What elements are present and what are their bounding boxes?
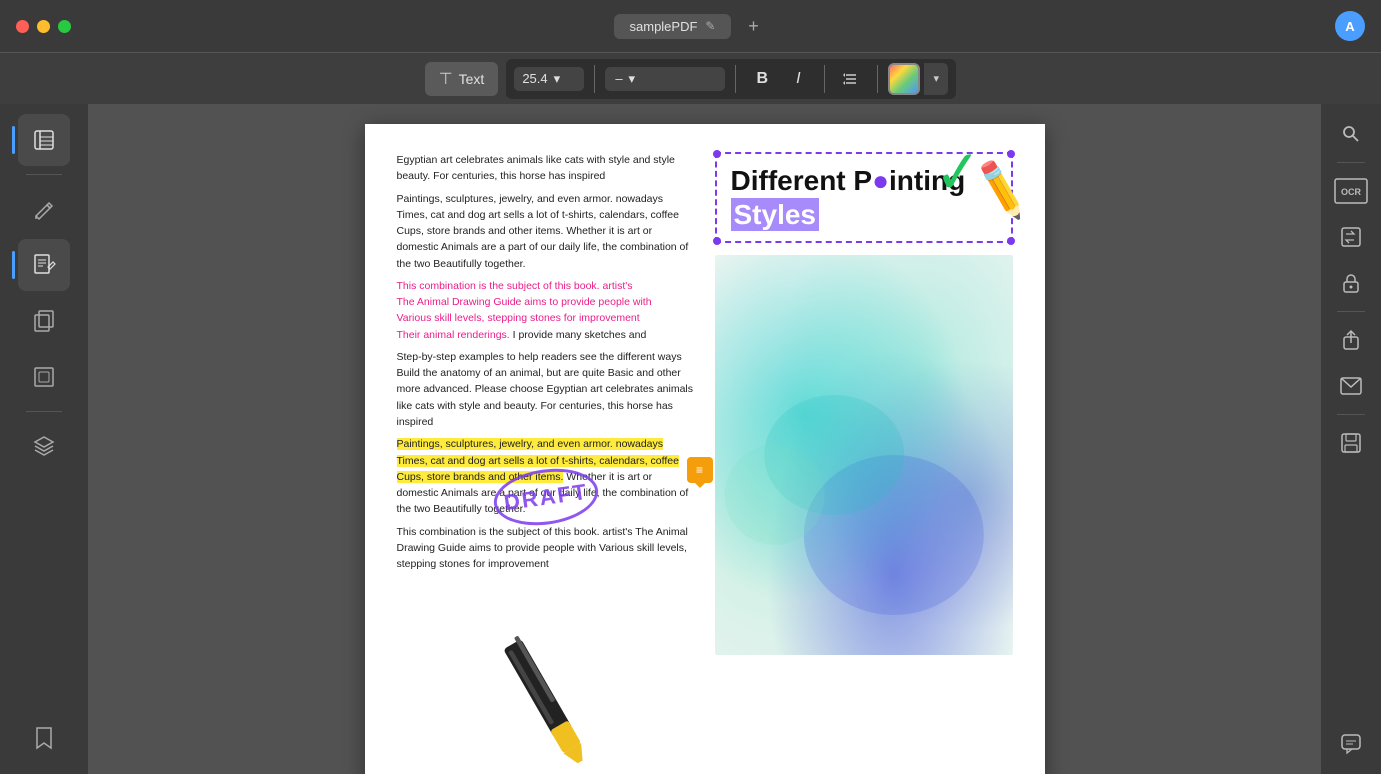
convert-icon	[1340, 226, 1362, 248]
color-picker-button[interactable]	[888, 63, 920, 95]
para-4: Step-by-step examples to help readers se…	[397, 349, 695, 430]
text-tool-button[interactable]: ⊤ Text	[425, 62, 499, 96]
left-column: Egyptian art celebrates animals like cat…	[397, 152, 695, 774]
pink-text-1: This combination is the subject of this …	[397, 280, 633, 292]
doc-area: Egyptian art celebrates animals like cat…	[88, 104, 1321, 774]
watercolor-image	[715, 255, 1013, 655]
sidebar-item-layers[interactable]	[18, 420, 70, 472]
save-button[interactable]	[1331, 423, 1371, 463]
right-column: Different P●inting Styles ✏️ ✓	[715, 152, 1013, 774]
ocr-icon: OCR	[1333, 177, 1369, 205]
pink-text-4: Their animal renderings.	[397, 329, 510, 341]
font-size-value: 25.4	[522, 71, 547, 86]
divider-2	[735, 65, 736, 93]
pen-icon	[31, 196, 57, 222]
divider-4	[877, 65, 878, 93]
pink-text-3: Various skill levels, stepping stones fo…	[397, 312, 640, 324]
search-button[interactable]	[1331, 114, 1371, 154]
expand-button[interactable]: ▾	[924, 63, 948, 95]
search-icon	[1341, 124, 1361, 144]
rs-divider-1	[1337, 162, 1365, 163]
para-6: This combination is the subject of this …	[397, 524, 695, 573]
sidebar-item-crop[interactable]	[18, 351, 70, 403]
format-toolbar: 25.4 ▾ – ▾ B I ▾	[506, 59, 956, 99]
font-size-selector[interactable]: 25.4 ▾	[514, 67, 584, 91]
close-button[interactable]	[16, 20, 29, 33]
copy-icon	[31, 308, 57, 334]
sidebar-item-pen[interactable]	[18, 183, 70, 235]
sidebar-item-copy[interactable]	[18, 295, 70, 347]
italic-button[interactable]: I	[782, 63, 814, 95]
highlighter-pen	[477, 619, 613, 774]
font-name-chevron: ▾	[629, 71, 636, 87]
chat-icon	[1340, 733, 1362, 755]
font-name-value: –	[615, 71, 622, 86]
tab-label: samplePDF	[630, 19, 698, 34]
toolbar: ⊤ Text 25.4 ▾ – ▾ B I ▾	[0, 52, 1381, 104]
checkmark-annotation: ✓	[931, 142, 984, 204]
edit-doc-icon	[31, 252, 57, 278]
watercolor-overlay	[715, 255, 1013, 655]
bold-button[interactable]: B	[746, 63, 778, 95]
rs-divider-2	[1337, 311, 1365, 312]
lock-button[interactable]	[1331, 263, 1371, 303]
sidebar-item-book[interactable]	[18, 114, 70, 166]
bookmark-icon	[33, 725, 55, 751]
avatar[interactable]: A	[1335, 11, 1365, 41]
divider-3	[824, 65, 825, 93]
convert-button[interactable]	[1331, 217, 1371, 257]
pink-text-2: The Animal Drawing Guide aims to provide…	[397, 296, 652, 308]
handle-tl[interactable]	[713, 150, 721, 158]
main-layout: Egyptian art celebrates animals like cat…	[0, 104, 1381, 774]
ocr-button[interactable]: OCR	[1331, 171, 1371, 211]
handle-br[interactable]	[1007, 237, 1015, 245]
layers-icon	[31, 433, 57, 459]
sidebar-item-bookmark[interactable]	[18, 712, 70, 764]
para-1: Egyptian art celebrates animals like cat…	[397, 152, 695, 185]
line-spacing-icon	[842, 70, 860, 88]
handle-bl[interactable]	[713, 237, 721, 245]
right-sidebar: OCR	[1321, 104, 1381, 774]
save-icon	[1340, 432, 1362, 454]
edit-icon[interactable]: ✎	[705, 19, 715, 33]
line-spacing-button[interactable]	[835, 63, 867, 95]
rs-divider-3	[1337, 414, 1365, 415]
share-button[interactable]	[1331, 320, 1371, 360]
sidebar-divider-2	[26, 411, 62, 412]
svg-text:OCR: OCR	[1341, 187, 1362, 197]
left-sidebar	[0, 104, 88, 774]
text-tool-icon: ⊤	[439, 69, 453, 89]
crop-icon	[31, 364, 57, 390]
lock-icon	[1341, 272, 1361, 294]
font-size-chevron: ▾	[554, 71, 561, 87]
title-highlighted: Styles	[731, 198, 820, 231]
handle-tr[interactable]	[1007, 150, 1015, 158]
titlebar-center: samplePDF ✎ +	[614, 12, 768, 40]
book-icon	[31, 127, 57, 153]
tab-samplePDF[interactable]: samplePDF ✎	[614, 14, 732, 39]
font-name-selector[interactable]: – ▾	[605, 67, 725, 91]
comment-bubble[interactable]: ≡	[687, 457, 713, 483]
text-tool-label: Text	[459, 71, 485, 87]
para-3-pink: This combination is the subject of this …	[397, 278, 695, 343]
email-button[interactable]	[1331, 366, 1371, 406]
titlebar: samplePDF ✎ + A	[0, 0, 1381, 52]
chat-button[interactable]	[1331, 724, 1371, 764]
pdf-page: Egyptian art celebrates animals like cat…	[365, 124, 1045, 774]
add-tab-button[interactable]: +	[739, 12, 767, 40]
share-icon	[1341, 329, 1361, 351]
divider-1	[594, 65, 595, 93]
email-icon	[1340, 377, 1362, 395]
traffic-lights	[16, 20, 71, 33]
sidebar-divider-1	[26, 174, 62, 175]
sidebar-item-edit[interactable]	[18, 239, 70, 291]
minimize-button[interactable]	[37, 20, 50, 33]
maximize-button[interactable]	[58, 20, 71, 33]
para-2: Paintings, sculptures, jewelry, and even…	[397, 191, 695, 272]
